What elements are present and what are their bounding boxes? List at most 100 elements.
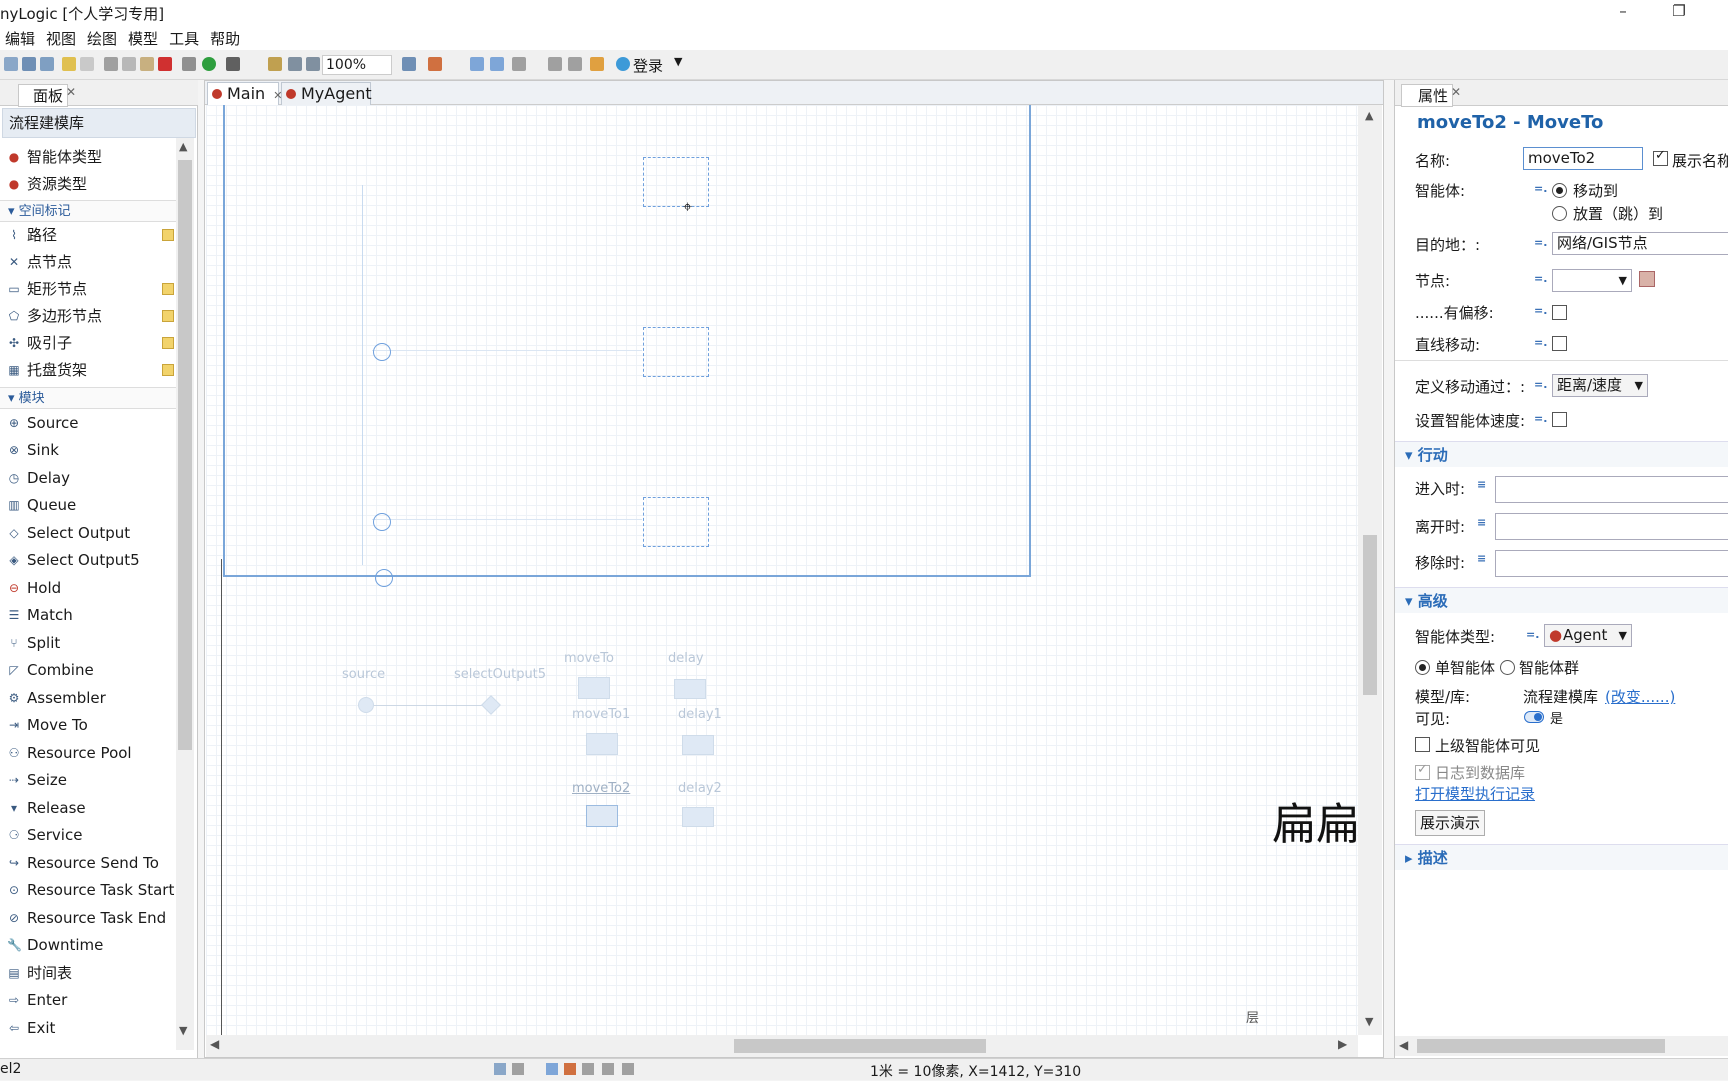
section-space-markup[interactable]: ▾ 空间标记 xyxy=(0,200,176,222)
section-advanced[interactable]: ▾ 高级 xyxy=(1395,587,1728,613)
define-move-select[interactable]: 距离/速度 ▼ xyxy=(1552,374,1648,397)
align-icon[interactable] xyxy=(568,57,582,71)
static-value-icon[interactable]: =. xyxy=(1534,378,1547,391)
palette-item-sink[interactable]: ⊗ Sink xyxy=(0,437,176,464)
static-value-icon[interactable]: =. xyxy=(1526,628,1539,641)
palette-item-assembler[interactable]: ⚙ Assembler xyxy=(0,685,176,712)
login-dropdown-icon[interactable]: ▼ xyxy=(674,55,682,68)
delay1-block[interactable] xyxy=(682,735,714,755)
moveto2-block[interactable] xyxy=(586,805,618,827)
copy-icon[interactable] xyxy=(122,57,136,71)
status-icon[interactable] xyxy=(546,1063,558,1075)
radio-single-agent[interactable] xyxy=(1415,660,1430,675)
delay2-block[interactable] xyxy=(682,807,714,827)
snap-icon[interactable] xyxy=(490,57,504,71)
palette-item-delay[interactable]: ◷ Delay xyxy=(0,465,176,492)
straight-checkbox[interactable] xyxy=(1552,336,1567,351)
on-enter-code[interactable] xyxy=(1495,476,1728,503)
palette-scrollbar[interactable]: ▲ ▼ xyxy=(176,138,194,1050)
palette-item-attractor[interactable]: ✣ 吸引子 xyxy=(0,330,176,357)
stop-icon[interactable] xyxy=(226,57,240,71)
scroll-down-icon[interactable]: ▼ xyxy=(1365,1015,1373,1028)
editor-horizontal-scrollbar[interactable]: ◀ ▶ xyxy=(206,1035,1358,1057)
static-value-icon[interactable]: =. xyxy=(1534,336,1547,349)
selectoutput5-block[interactable] xyxy=(481,695,501,715)
upper-visible-checkbox[interactable] xyxy=(1415,737,1430,752)
close-icon[interactable]: ✕ xyxy=(1451,85,1461,99)
static-value-icon[interactable]: =. xyxy=(1534,304,1547,317)
palette-item-queue[interactable]: ▥ Queue xyxy=(0,492,176,519)
scroll-left-icon[interactable]: ◀ xyxy=(210,1037,219,1051)
open-icon[interactable] xyxy=(4,57,18,71)
rect-node[interactable] xyxy=(643,497,709,547)
menu-tools[interactable]: 工具 xyxy=(164,28,199,50)
point-node[interactable] xyxy=(373,343,391,361)
cut-icon[interactable] xyxy=(104,57,118,71)
radio-move-to[interactable] xyxy=(1552,183,1567,198)
menu-model[interactable]: 模型 xyxy=(123,28,158,50)
palette-item-select-output5[interactable]: ◈ Select Output5 xyxy=(0,547,176,574)
palette-item-resource-type[interactable]: ● 资源类型 xyxy=(0,171,176,198)
static-value-icon[interactable]: =. xyxy=(1534,272,1547,285)
palette-item-pallet-rack[interactable]: ▦ 托盘货架 xyxy=(0,357,176,384)
zoom-fit-icon[interactable] xyxy=(288,57,302,71)
status-icon[interactable] xyxy=(582,1063,594,1075)
moveto1-block[interactable] xyxy=(586,733,618,755)
rect-node[interactable] xyxy=(643,157,709,207)
show-demo-button[interactable]: 展示演示 xyxy=(1415,810,1486,836)
palette-item-downtime[interactable]: 🔧 Downtime xyxy=(0,932,176,959)
redo-icon[interactable] xyxy=(80,57,94,71)
save-all-icon[interactable] xyxy=(40,57,54,71)
run-icon[interactable] xyxy=(202,57,216,71)
section-actions[interactable]: ▾ 行动 xyxy=(1395,441,1728,467)
scrollbar-thumb[interactable] xyxy=(1417,1039,1665,1053)
palette-item-hold[interactable]: ⊖ Hold xyxy=(0,575,176,602)
tab-palette[interactable]: 面板 xyxy=(18,84,69,107)
change-link[interactable]: (改变......) xyxy=(1605,686,1675,707)
zoom-in-icon[interactable] xyxy=(402,57,416,71)
name-input[interactable]: moveTo2 xyxy=(1523,147,1643,170)
paste-icon[interactable] xyxy=(140,57,154,71)
rect-node[interactable] xyxy=(643,327,709,377)
build-icon[interactable] xyxy=(182,57,196,71)
palette-item-path[interactable]: ⌇ 路径 xyxy=(0,222,176,249)
palette-item-combine[interactable]: ◸ Combine xyxy=(0,657,176,684)
login-button[interactable]: 登录 xyxy=(633,55,663,76)
moveto-block[interactable] xyxy=(578,677,610,699)
tab-myagent[interactable]: MyAgent xyxy=(281,82,372,105)
static-value-icon[interactable]: =. xyxy=(1534,236,1547,249)
menu-edit[interactable]: 编辑 xyxy=(0,28,35,50)
palette-item-resource-task-start[interactable]: ⊙ Resource Task Start xyxy=(0,877,176,904)
delay-block[interactable] xyxy=(674,679,706,699)
palette-item-enter[interactable]: ⇨ Enter xyxy=(0,987,176,1014)
section-description[interactable]: ▸ 描述 xyxy=(1395,844,1728,870)
model-canvas[interactable]: ⌖ source selectOutput5 moveTo delay move… xyxy=(206,105,1358,1035)
offset-checkbox[interactable] xyxy=(1552,305,1567,320)
palette-item-move-to[interactable]: ⇥ Move To xyxy=(0,712,176,739)
source-block[interactable] xyxy=(358,697,374,713)
log-db-checkbox[interactable]: ✓ xyxy=(1415,762,1430,780)
tab-main[interactable]: Main ✕ xyxy=(207,82,282,105)
palette-item-release[interactable]: ▾ Release xyxy=(0,795,176,822)
cloud-icon[interactable] xyxy=(616,57,630,71)
library-selector[interactable]: 流程建模库 xyxy=(2,108,196,138)
editor-vertical-scrollbar[interactable]: ▲ ▼ xyxy=(1358,105,1382,1035)
restore-button[interactable]: ❐ xyxy=(1664,2,1694,24)
zoom-out-icon[interactable] xyxy=(306,57,320,71)
show-name-checkbox[interactable]: ✓ xyxy=(1653,148,1668,166)
section-blocks[interactable]: ▾ 模块 xyxy=(0,387,176,409)
layout-icon[interactable] xyxy=(512,57,526,71)
zoom-combo[interactable]: 100% xyxy=(322,55,392,75)
menu-help[interactable]: 帮助 xyxy=(205,28,240,50)
close-icon[interactable]: ✕ xyxy=(66,85,76,99)
open-log-link[interactable]: 打开模型执行记录 xyxy=(1415,783,1535,804)
frame-rectangle[interactable] xyxy=(223,105,1031,577)
static-value-icon[interactable]: =. xyxy=(1534,412,1547,425)
menu-draw[interactable]: 绘图 xyxy=(82,28,117,50)
status-icon[interactable] xyxy=(564,1063,576,1075)
point-node[interactable] xyxy=(373,513,391,531)
palette-item-schedule[interactable]: ▤ 时间表 xyxy=(0,960,176,987)
point-node[interactable] xyxy=(375,569,393,587)
grid-icon[interactable] xyxy=(470,57,484,71)
destination-select[interactable]: 网络/GIS节点 xyxy=(1552,232,1728,255)
